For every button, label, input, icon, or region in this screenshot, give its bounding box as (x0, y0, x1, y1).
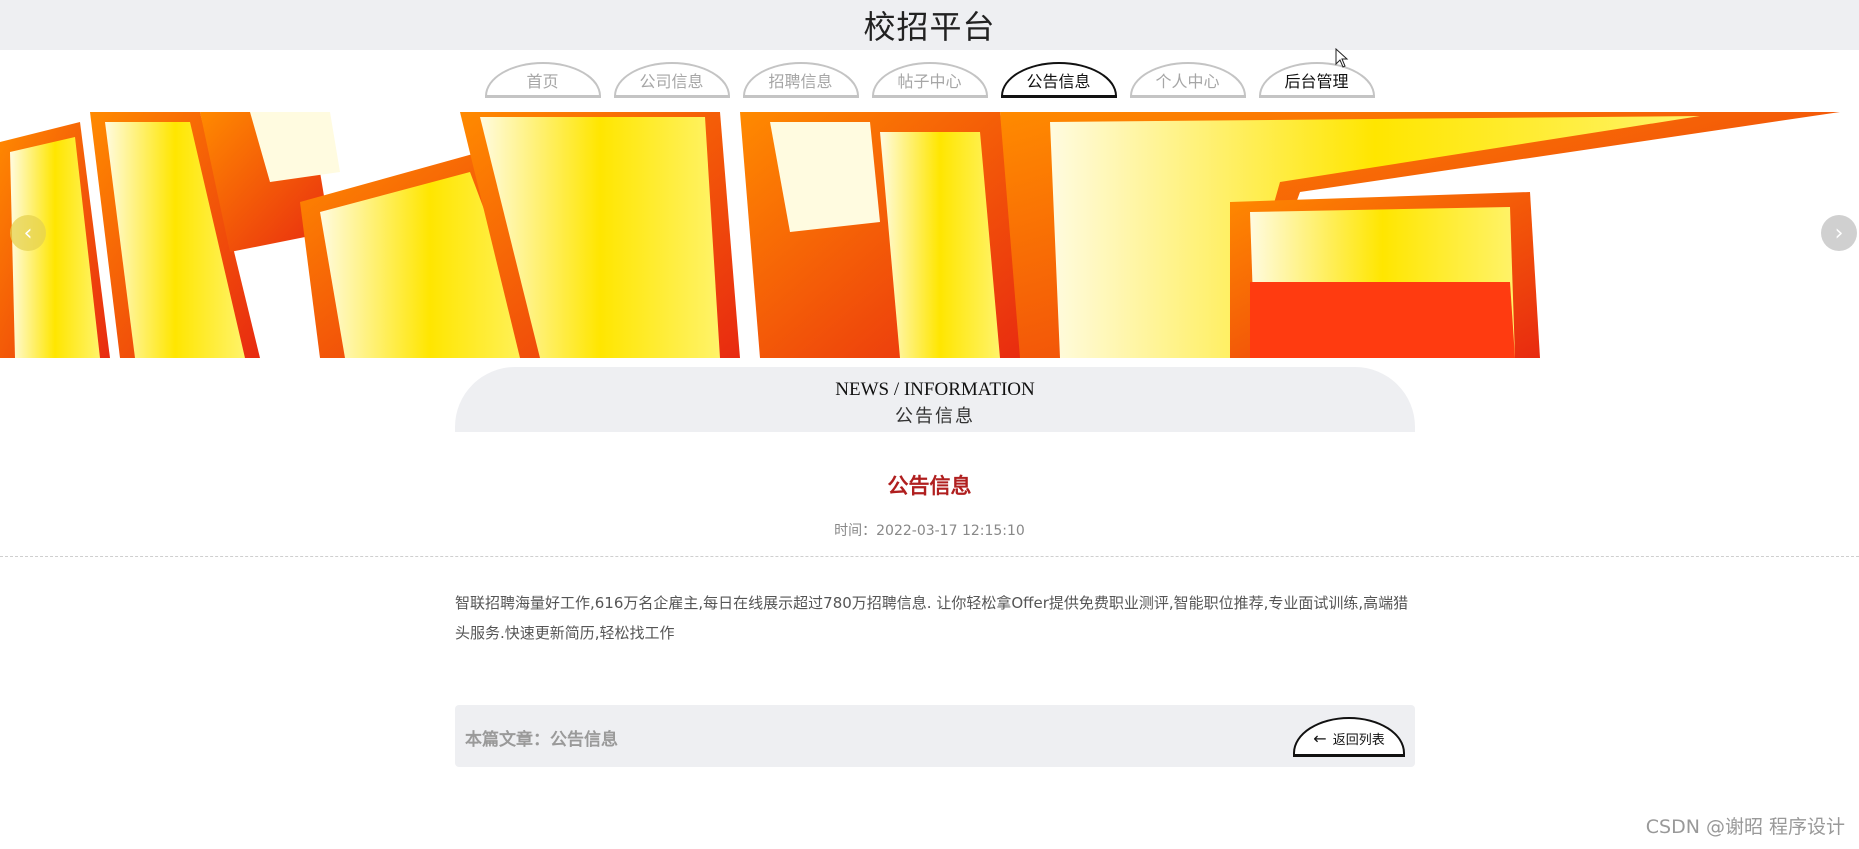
banner-carousel[interactable] (0, 112, 1859, 358)
site-title: 校招平台 (863, 8, 996, 46)
tab-label: 招聘信息 (768, 71, 833, 91)
tab-label: 首页 (526, 71, 559, 91)
tab-label: 公告信息 (1026, 71, 1091, 91)
article-body: 智联招聘海量好工作,616万名企雇主,每日在线展示超过780万招聘信息. 让你轻… (455, 594, 1409, 642)
watermark: CSDN @谢昭 程序设计 (1645, 816, 1845, 838)
tab-label: 个人中心 (1155, 71, 1220, 91)
chevron-right-icon: › (1834, 220, 1844, 246)
article-time: 时间：2022-03-17 12:15:10 (834, 523, 1025, 539)
carousel-prev-button[interactable]: ‹ (10, 215, 46, 251)
tab-home[interactable]: 首页 (484, 62, 601, 98)
mouse-cursor-icon (1335, 48, 1349, 68)
tab-company-info[interactable]: 公司信息 (613, 62, 730, 98)
tab-label: 后台管理 (1284, 71, 1349, 91)
back-to-list-button[interactable]: ← 返回列表 (1293, 717, 1405, 757)
banner-image (0, 112, 1859, 358)
article-footer: 本篇文章：公告信息 ← 返回列表 (455, 705, 1415, 767)
chevron-left-icon: ‹ (23, 220, 33, 246)
article-title: 公告信息 (887, 474, 972, 498)
section-title-en: NEWS / INFORMATION (835, 379, 1035, 400)
tab-label: 帖子中心 (897, 71, 962, 91)
tab-recruitment-info[interactable]: 招聘信息 (742, 62, 859, 98)
current-article-label: 本篇文章：公告信息 (465, 730, 618, 750)
arrow-left-icon: ← (1313, 729, 1327, 748)
tab-post-center[interactable]: 帖子中心 (871, 62, 988, 98)
tab-announcements[interactable]: 公告信息 (1000, 62, 1117, 98)
main-nav: 首页 公司信息 招聘信息 帖子中心 公告信息 个人中心 后台管理 (0, 62, 1859, 102)
header-bar: 校招平台 (0, 0, 1859, 50)
section-title-cn: 公告信息 (895, 406, 975, 427)
carousel-next-button[interactable]: › (1821, 215, 1857, 251)
tab-label: 公司信息 (639, 71, 704, 91)
tab-personal-center[interactable]: 个人中心 (1129, 62, 1246, 98)
section-header: NEWS / INFORMATION 公告信息 (455, 367, 1415, 432)
divider (0, 556, 1859, 557)
tab-admin[interactable]: 后台管理 (1258, 62, 1375, 98)
back-button-label: 返回列表 (1332, 733, 1385, 748)
